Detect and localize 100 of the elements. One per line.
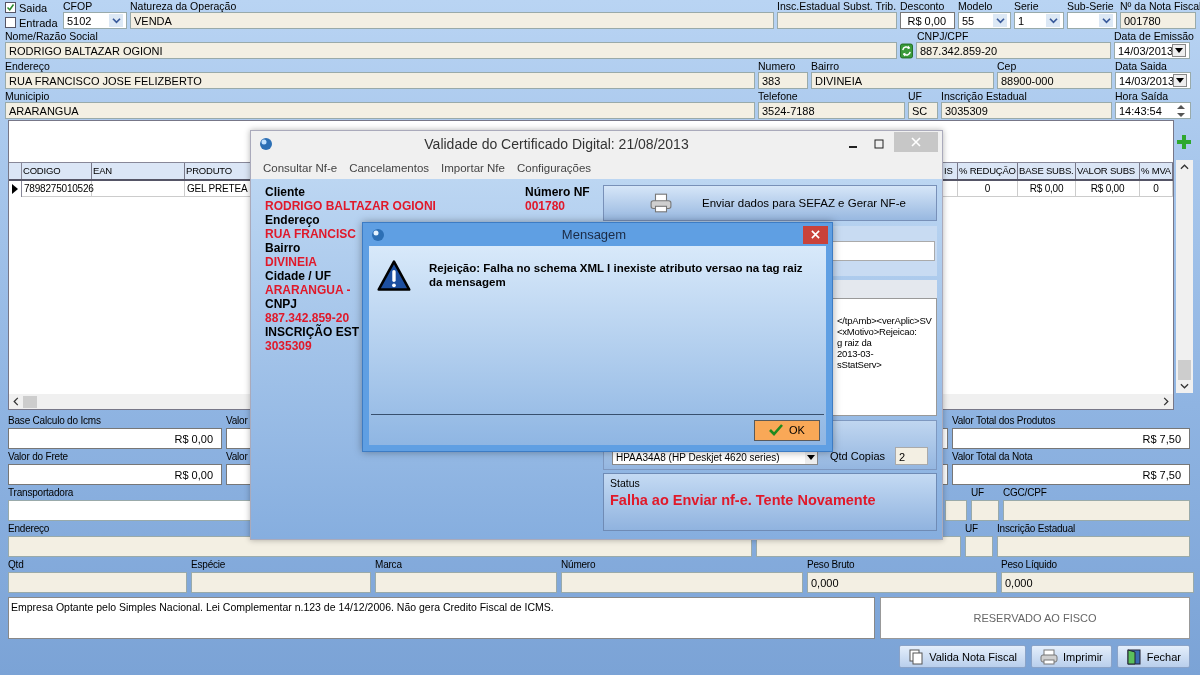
dialog-title: Mensagem bbox=[560, 227, 628, 242]
money-field[interactable]: R$ 7,50 bbox=[952, 428, 1190, 449]
field-label: Inscrição Estadual bbox=[997, 522, 1076, 536]
table-cell: 0 bbox=[958, 181, 1018, 197]
field-label: UF bbox=[971, 486, 984, 500]
dropdown[interactable]: 55 bbox=[958, 12, 1011, 29]
text-field[interactable]: 001780 bbox=[1120, 12, 1196, 29]
text-field[interactable]: 3524-7188 bbox=[758, 102, 905, 119]
dropdown[interactable] bbox=[1067, 12, 1117, 29]
close-icon[interactable] bbox=[803, 225, 828, 244]
column-header[interactable]: EAN bbox=[92, 163, 185, 179]
money-field[interactable]: R$ 0,00 bbox=[8, 464, 222, 485]
field-label: Hora Saída bbox=[1115, 90, 1169, 102]
text-field[interactable]: 3035309 bbox=[941, 102, 1112, 119]
printer-icon bbox=[1040, 648, 1059, 665]
table-cell: 7898275010526 bbox=[22, 181, 92, 197]
scroll-up-icon[interactable] bbox=[1179, 164, 1189, 170]
column-header[interactable]: % REDUÇÃO bbox=[958, 163, 1018, 179]
notes-field[interactable]: Empresa Optante pelo Simples Nacional. Lei Complementar n.123 de 14/12/2006. Não gera Credito Fiscal de ICMS. bbox=[8, 597, 875, 639]
log-line: </tpAmb><verAplic>SV bbox=[836, 315, 933, 326]
field-label: Número bbox=[561, 558, 596, 572]
field-label: Data de Emissão bbox=[1114, 30, 1194, 42]
scroll-right-icon[interactable] bbox=[1163, 397, 1169, 406]
checkbox-label: Entrada bbox=[19, 16, 58, 29]
money-field[interactable]: R$ 0,00 bbox=[8, 428, 222, 449]
chevron-down-icon bbox=[109, 14, 123, 27]
field-label: Cep bbox=[997, 60, 1017, 72]
text-field[interactable] bbox=[965, 536, 993, 557]
text-field[interactable] bbox=[945, 500, 967, 521]
menu-item[interactable]: Importar Nfe bbox=[441, 162, 505, 174]
send-button[interactable]: Enviar dados para SEFAZ e Gerar NF-e bbox=[602, 185, 937, 221]
toolbar-button[interactable]: Imprimir bbox=[1031, 645, 1112, 668]
text-field[interactable] bbox=[375, 572, 557, 593]
column-header[interactable]: % MVA bbox=[1140, 163, 1173, 179]
checkbox-label: Saida bbox=[19, 1, 48, 14]
log-line: 2013-03- bbox=[836, 348, 875, 359]
money-field[interactable]: R$ 7,50 bbox=[952, 464, 1190, 485]
text-field[interactable]: VENDA bbox=[130, 12, 774, 29]
info-label: CNPJ bbox=[265, 297, 297, 311]
text-field[interactable]: 0,000 bbox=[1001, 572, 1194, 593]
text-field[interactable]: RODRIGO BALTAZAR OGIONI bbox=[5, 42, 897, 59]
scroll-thumb[interactable] bbox=[1177, 360, 1191, 380]
field-label: Endereço bbox=[5, 60, 50, 72]
menu-item[interactable]: Consultar Nf-e bbox=[263, 162, 338, 174]
copies-field[interactable]: 2 bbox=[895, 447, 928, 465]
checkbox[interactable] bbox=[5, 2, 16, 13]
text-field[interactable]: DIVINEIA bbox=[811, 72, 994, 89]
text-field[interactable]: SC bbox=[908, 102, 938, 119]
column-header[interactable]: BASE SUBS. bbox=[1018, 163, 1076, 179]
scroll-thumb[interactable] bbox=[23, 395, 37, 408]
dropdown[interactable]: 1 bbox=[1014, 12, 1064, 29]
field-label: Transportadora bbox=[8, 486, 74, 500]
printer-icon bbox=[649, 193, 672, 213]
text-field[interactable]: ARARANGUA bbox=[5, 102, 755, 119]
info-value: DIVINEIA bbox=[265, 255, 317, 269]
vertical-scrollbar[interactable] bbox=[1175, 160, 1193, 393]
column-header[interactable]: CODIGO bbox=[22, 163, 92, 179]
menu-item[interactable]: Cancelamentos bbox=[349, 162, 430, 174]
date-picker[interactable]: 14/03/2013 bbox=[1115, 72, 1191, 89]
message-text: Rejeição: Falha no schema XML I inexiste atributo versao na tag raiz da mensagem bbox=[428, 261, 804, 290]
scroll-left-icon[interactable] bbox=[13, 397, 19, 406]
text-field[interactable]: 383 bbox=[758, 72, 808, 89]
text-field[interactable] bbox=[561, 572, 803, 593]
text-field[interactable] bbox=[191, 572, 371, 593]
field-label: Espécie bbox=[191, 558, 226, 572]
field-label: Telefone bbox=[758, 90, 798, 102]
text-field[interactable]: 887.342.859-20 bbox=[916, 42, 1111, 59]
field-label: Marca bbox=[375, 558, 402, 572]
text-field[interactable] bbox=[1003, 500, 1190, 521]
field-label: Qtd Copias bbox=[829, 450, 885, 462]
text-field[interactable] bbox=[997, 536, 1190, 557]
field-label: Nº da Nota Fiscal bbox=[1120, 0, 1200, 12]
info-value: 001780 bbox=[524, 199, 565, 213]
document-icon bbox=[908, 648, 925, 665]
table-cell: R$ 0,00 bbox=[1076, 181, 1140, 197]
refresh-icon[interactable] bbox=[900, 42, 913, 59]
text-field[interactable]: RUA FRANCISCO JOSE FELIZBERTO bbox=[5, 72, 755, 89]
ok-button[interactable]: OK bbox=[754, 419, 820, 441]
field-label: CNPJ/CPF bbox=[916, 30, 969, 42]
text-field[interactable]: 88900-000 bbox=[997, 72, 1112, 89]
dropdown[interactable]: 5102 bbox=[63, 12, 127, 29]
toolbar-button[interactable]: Valida Nota Fiscal bbox=[899, 645, 1027, 668]
checkbox[interactable] bbox=[5, 17, 16, 28]
info-value: ARARANGUA - bbox=[265, 283, 351, 297]
toolbar-button[interactable]: Fechar bbox=[1116, 645, 1190, 668]
add-icon[interactable] bbox=[1176, 134, 1192, 150]
scroll-down-icon[interactable] bbox=[1179, 383, 1189, 389]
info-value: RODRIGO BALTAZAR OGIONI bbox=[265, 199, 436, 213]
field-label: Serie bbox=[1014, 0, 1039, 12]
column-header[interactable]: VALOR SUBS bbox=[1076, 163, 1140, 179]
text-field[interactable] bbox=[8, 572, 187, 593]
money-field[interactable]: R$ 0,00 bbox=[900, 12, 955, 29]
date-picker[interactable]: 14/03/2013 bbox=[1114, 42, 1190, 59]
text-field[interactable] bbox=[777, 12, 897, 29]
field-label: Natureza da Operação bbox=[130, 0, 237, 12]
text-field[interactable] bbox=[971, 500, 999, 521]
menu-item[interactable]: Configurações bbox=[516, 162, 592, 174]
text-field[interactable]: 0,000 bbox=[807, 572, 997, 593]
time-spinner[interactable]: 14:43:54 bbox=[1115, 102, 1191, 119]
field-label: Peso Bruto bbox=[807, 558, 855, 572]
